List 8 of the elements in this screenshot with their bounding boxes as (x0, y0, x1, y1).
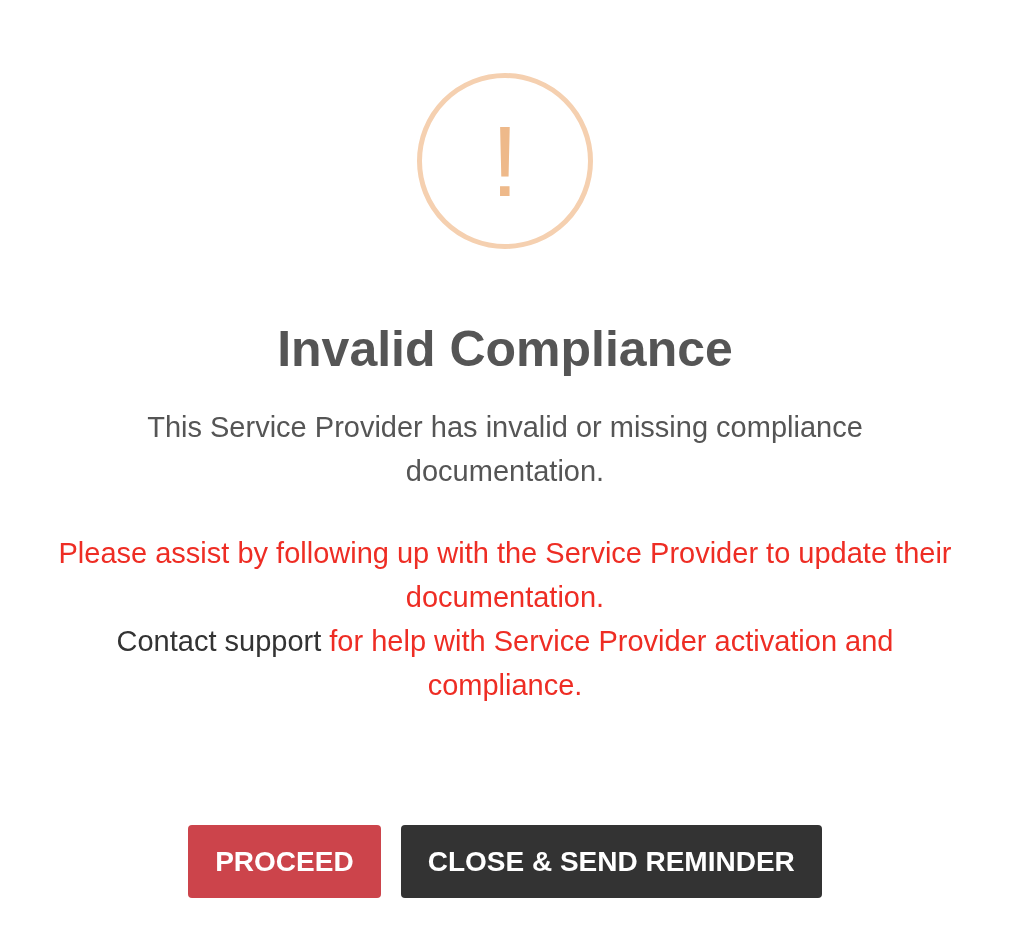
support-link[interactable]: Contact support (116, 625, 322, 657)
support-text: Contact support for help with Service Provider activation and compliance. (115, 624, 895, 703)
message-text: This Service Provider has invalid or missing compliance documentation. (146, 410, 864, 489)
warning-icon: ! (417, 73, 593, 249)
dialog-title: Invalid Compliance (277, 320, 733, 379)
proceed-button[interactable]: PROCEED (188, 825, 381, 898)
close-button[interactable]: CLOSE & SEND REMINDER (400, 825, 822, 898)
alert-text: Please assist by following up with the Service Provider to update their documentation. (57, 536, 953, 615)
